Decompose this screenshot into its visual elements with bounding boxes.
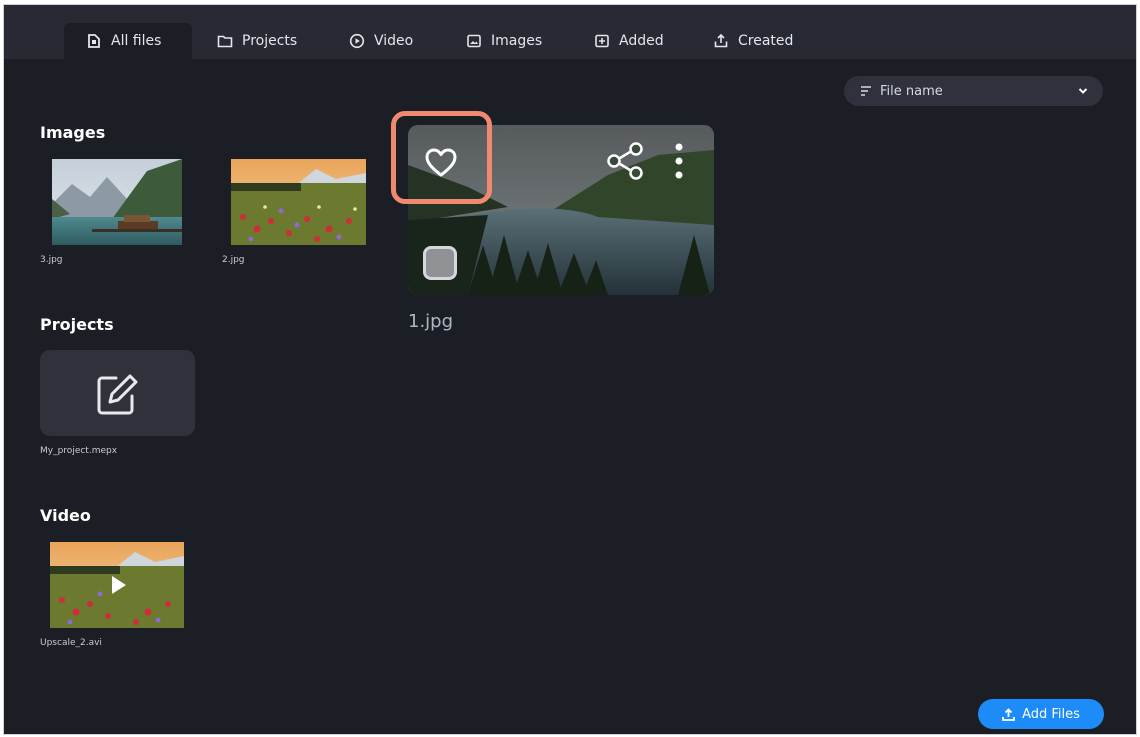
tab-label: Video (374, 33, 414, 49)
tab-projects[interactable]: Projects (217, 23, 297, 59)
file-name: My_project.mepx (40, 446, 118, 456)
section-title-video: Video (40, 506, 91, 525)
play-circle-icon (349, 33, 365, 49)
tab-label: Created (738, 33, 794, 49)
image-thumbnail-2[interactable] (231, 159, 366, 245)
tab-label: Added (619, 33, 664, 49)
edit-icon (97, 374, 138, 415)
preview-file-name: 1.jpg (408, 311, 454, 332)
video-thumbnail[interactable] (50, 542, 184, 628)
sort-label: File name (880, 83, 943, 99)
file-name: 3.jpg (40, 255, 63, 265)
tab-video[interactable]: Video (349, 23, 413, 59)
file-name: 2.jpg (222, 255, 245, 265)
export-icon (713, 33, 729, 49)
add-files-button[interactable]: Add Files (978, 699, 1104, 729)
image-thumbnail-3[interactable] (52, 159, 182, 245)
folder-icon (217, 33, 233, 49)
select-checkbox[interactable] (423, 246, 457, 280)
section-title-images: Images (40, 123, 106, 142)
tab-label: All files (111, 33, 162, 49)
more-vertical-icon[interactable] (669, 141, 689, 181)
heart-icon[interactable] (424, 147, 458, 179)
project-tile[interactable] (40, 350, 195, 436)
all-files-icon (86, 33, 102, 49)
upload-icon (1002, 707, 1015, 721)
tab-added[interactable]: Added (594, 23, 664, 59)
chevron-down-icon[interactable] (1077, 85, 1089, 101)
share-icon[interactable] (605, 141, 645, 181)
tab-label: Images (491, 33, 543, 49)
tab-label: Projects (242, 33, 298, 49)
tab-created[interactable]: Created (713, 23, 793, 59)
sort-dropdown[interactable]: File name (844, 76, 1103, 106)
sort-icon (860, 85, 872, 97)
add-files-label: Add Files (1022, 706, 1080, 722)
added-icon (594, 33, 610, 49)
tab-bar: All files Projects Video Images Added Cr… (4, 5, 1136, 59)
tab-all-files[interactable]: All files (64, 23, 192, 59)
media-bin-window: All files Projects Video Images Added Cr… (3, 4, 1137, 735)
image-icon (466, 33, 482, 49)
file-name: Upscale_2.avi (40, 638, 102, 648)
section-title-projects: Projects (40, 315, 114, 334)
tab-images[interactable]: Images (466, 23, 542, 59)
